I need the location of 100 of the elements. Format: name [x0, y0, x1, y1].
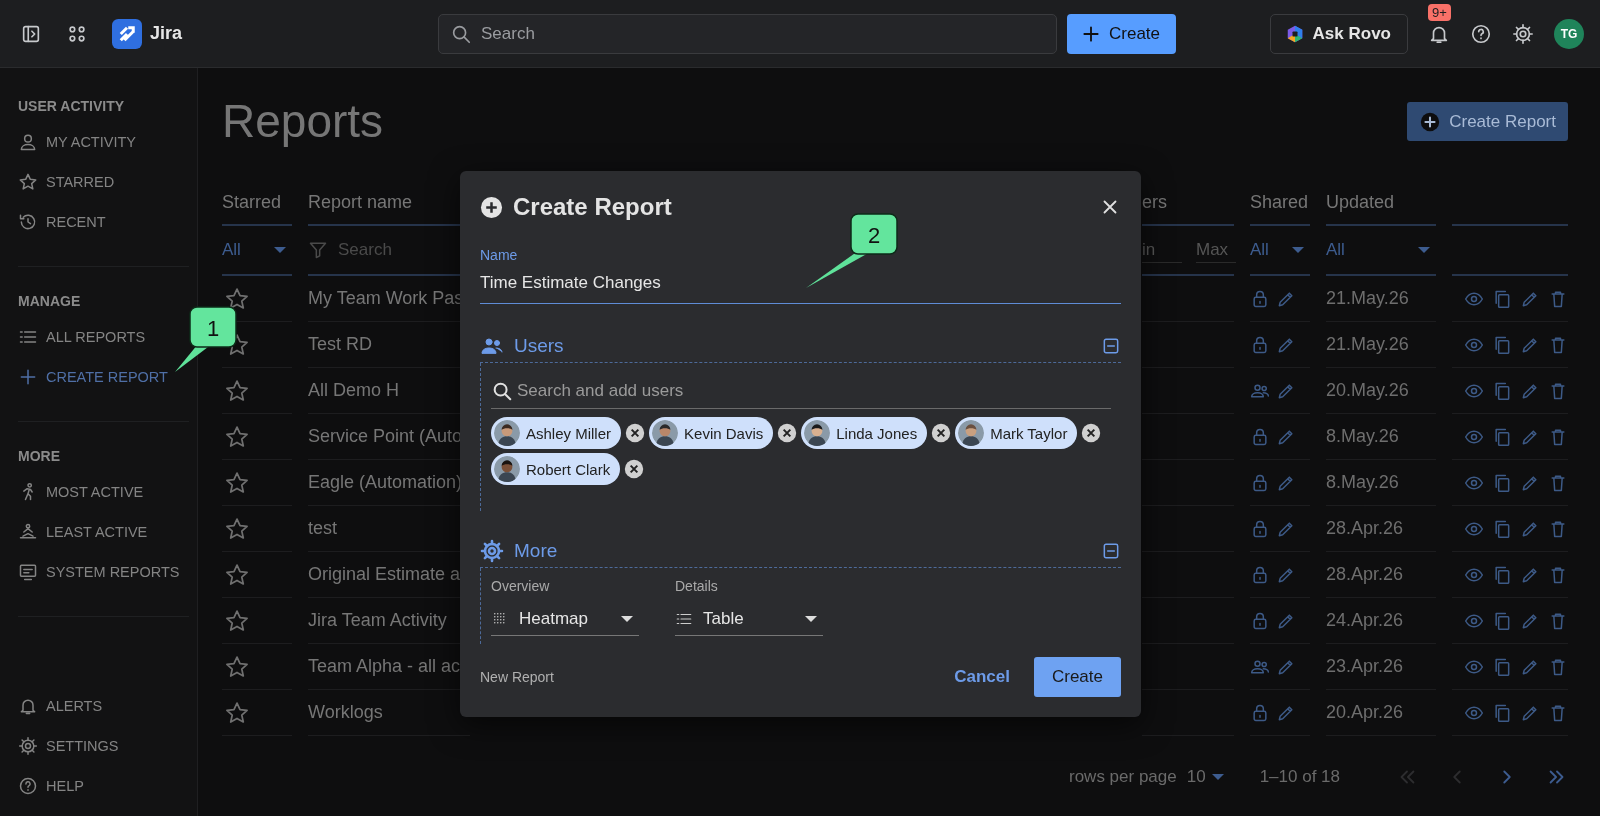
user-chip[interactable]: Kevin Davis	[649, 417, 774, 449]
rows-per-page-select[interactable]: 10	[1186, 767, 1230, 787]
sidebar-item[interactable]: HELP	[18, 770, 189, 802]
search-field[interactable]: Search	[438, 13, 1057, 54]
sidebar-item[interactable]: STARRED	[18, 166, 189, 198]
copy-icon[interactable]	[1492, 656, 1512, 677]
caret-icon	[621, 615, 633, 622]
rows-per-page-label: rows per page	[1069, 767, 1177, 787]
report-name[interactable]: Original Estimate a	[308, 564, 461, 585]
updated-date: 21.May.26	[1326, 288, 1409, 309]
copy-icon[interactable]	[1492, 564, 1512, 585]
report-name[interactable]: Service Point (Auto	[308, 426, 463, 447]
sidebar-item[interactable]: ALERTS	[18, 690, 189, 722]
field-label: Overview	[491, 578, 551, 594]
callout-tooltip: 2	[804, 213, 899, 290]
copy-icon[interactable]	[1492, 518, 1512, 539]
star-icon[interactable]	[224, 561, 250, 588]
sidebar-item[interactable]: MOST ACTIVE	[18, 476, 189, 508]
user-chip[interactable]: Ashley Miller	[491, 417, 622, 449]
column-header[interactable]: ers	[1142, 191, 1167, 213]
view-select[interactable]: Heatmap	[491, 602, 639, 636]
remove-icon[interactable]	[1081, 423, 1102, 443]
name-field[interactable]: Time Estimate Changes	[480, 269, 1121, 304]
remove-icon[interactable]	[777, 423, 798, 443]
filter-select[interactable]: All	[222, 240, 292, 260]
callout-tooltip: 1	[172, 306, 240, 374]
dialog-title: Create Report	[513, 193, 673, 221]
star-icon[interactable]	[224, 285, 250, 312]
caret-icon	[805, 615, 817, 622]
copy-icon[interactable]	[1492, 702, 1512, 723]
copy-icon[interactable]	[1492, 472, 1512, 493]
user-chip[interactable]: Mark Taylor	[955, 417, 1078, 449]
filter-select[interactable]: All	[1250, 240, 1310, 260]
star-icon[interactable]	[224, 607, 250, 634]
help-icon[interactable]	[1470, 22, 1492, 45]
cancel-button[interactable]: Cancel	[950, 659, 1014, 695]
remove-icon[interactable]	[625, 423, 646, 443]
report-name[interactable]: Worklogs	[308, 702, 383, 723]
create-button[interactable]: Create	[1067, 13, 1177, 54]
copy-icon[interactable]	[1492, 426, 1512, 447]
copy-icon[interactable]	[1492, 288, 1512, 309]
search-filter-field[interactable]: Search	[308, 240, 458, 260]
section-heading: USER ACTIVITY	[18, 98, 126, 114]
settings-icon[interactable]	[1512, 22, 1534, 45]
remove-icon[interactable]	[931, 423, 952, 443]
sidebar-item[interactable]: LEAST ACTIVE	[18, 516, 189, 548]
collapse-icon[interactable]	[1101, 336, 1121, 356]
field-label: Details	[675, 578, 719, 594]
star-icon[interactable]	[224, 653, 250, 680]
column-header[interactable]: Report name	[308, 191, 413, 213]
avatar-icon	[494, 420, 520, 446]
star-icon[interactable]	[224, 699, 250, 726]
sidebar-item[interactable]: RECENT	[18, 206, 189, 238]
copy-icon[interactable]	[1492, 380, 1512, 401]
star-icon[interactable]	[224, 469, 250, 496]
user-chip[interactable]: Robert Clark	[491, 453, 621, 485]
star-icon[interactable]	[224, 515, 250, 542]
updated-date: 24.Apr.26	[1326, 610, 1404, 631]
min-field[interactable]: in	[1142, 237, 1182, 263]
column-header[interactable]: Shared	[1250, 191, 1309, 213]
column-header[interactable]: Starred	[222, 191, 282, 213]
section-title: Users	[514, 335, 565, 357]
remove-icon[interactable]	[624, 459, 645, 479]
create-report-button[interactable]: Create Report	[1407, 102, 1568, 141]
caret-icon	[1418, 247, 1430, 253]
ask-rovo-button[interactable]: Ask Rovo	[1269, 13, 1408, 54]
report-name[interactable]: Test RD	[308, 334, 372, 355]
search-icon	[491, 380, 513, 402]
filter-icon	[308, 240, 328, 260]
report-name[interactable]: Jira Team Activity	[308, 610, 447, 631]
create-button[interactable]: Create	[1033, 657, 1121, 697]
user-chip[interactable]: Linda Jones	[801, 417, 928, 449]
plus-circle-icon	[1419, 110, 1442, 133]
star-icon[interactable]	[224, 377, 250, 404]
user-avatar[interactable]: TG	[1554, 18, 1584, 49]
section-title: More	[514, 540, 559, 562]
view-select[interactable]: Table	[675, 602, 823, 636]
report-name[interactable]: Team Alpha - all ac	[308, 656, 461, 677]
caret-icon	[274, 247, 286, 253]
plus-circle-icon	[480, 195, 503, 219]
sidebar-item[interactable]: MY ACTIVITY	[18, 126, 189, 158]
report-name[interactable]: test	[308, 518, 337, 539]
sidebar-item[interactable]: SYSTEM REPORTS	[18, 556, 189, 588]
updated-date: 28.Apr.26	[1326, 564, 1404, 585]
help-icon	[18, 776, 38, 796]
collapse-icon[interactable]	[1101, 541, 1121, 561]
max-field[interactable]: Max	[1196, 237, 1236, 263]
filter-select[interactable]: All	[1326, 240, 1436, 260]
report-name[interactable]: All Demo H	[308, 380, 400, 401]
settings-icon	[480, 539, 504, 563]
updated-date: 20.Apr.26	[1326, 702, 1404, 723]
app-logo-link[interactable]: Jira	[112, 18, 183, 49]
star-icon[interactable]	[224, 423, 250, 450]
column-header[interactable]: Updated	[1326, 191, 1395, 213]
sidebar-item[interactable]: SETTINGS	[18, 730, 189, 762]
copy-icon[interactable]	[1492, 610, 1512, 631]
copy-icon[interactable]	[1492, 334, 1512, 355]
report-name[interactable]: Eagle (Automation)	[308, 472, 463, 493]
user-search-field[interactable]: Search and add users	[491, 373, 1111, 409]
history-icon	[18, 212, 38, 232]
